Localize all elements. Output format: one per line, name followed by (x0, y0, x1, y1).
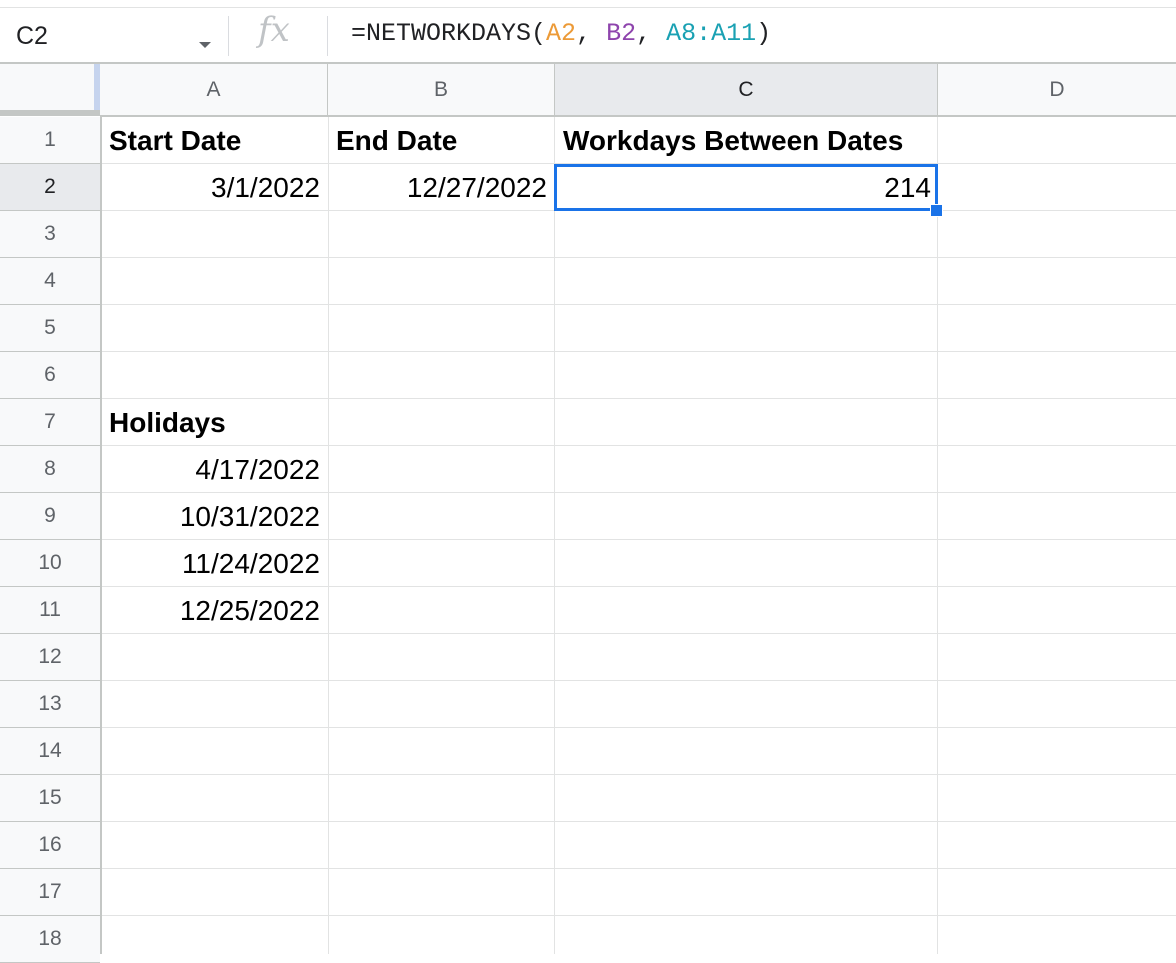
gridline (102, 398, 1176, 399)
freeze-row-handle[interactable] (0, 110, 100, 116)
row-header-5[interactable]: 5 (0, 305, 100, 352)
formula-bar-divider (327, 16, 328, 56)
row-header-10[interactable]: 10 (0, 540, 100, 587)
cell-a7[interactable]: Holidays (109, 400, 226, 446)
gridline (102, 351, 1176, 352)
row-header-8[interactable]: 8 (0, 446, 100, 493)
gridline (102, 868, 1176, 869)
cell-c1[interactable]: Workdays Between Dates (563, 118, 903, 164)
gridline (102, 304, 1176, 305)
gridline (102, 680, 1176, 681)
gridline (102, 727, 1176, 728)
cell-a1[interactable]: Start Date (109, 118, 241, 164)
row-header-12[interactable]: 12 (0, 634, 100, 681)
formula-input[interactable]: =NETWORKDAYS(A2, B2, A8:A11) (351, 19, 771, 48)
gridline (102, 445, 1176, 446)
row-header-6[interactable]: 6 (0, 352, 100, 399)
row-header-15[interactable]: 15 (0, 775, 100, 822)
gridline (102, 774, 1176, 775)
gridline (937, 117, 938, 954)
cell-a9[interactable]: 10/31/2022 (102, 494, 320, 540)
gridline (102, 821, 1176, 822)
column-header-b[interactable]: B (328, 64, 555, 116)
column-header-c[interactable]: C (555, 64, 938, 116)
formula-bar-divider (228, 16, 229, 56)
formula-bar: C2 fx =NETWORKDAYS(A2, B2, A8:A11) (0, 0, 1176, 62)
selected-cell-outline (554, 164, 938, 211)
formula-separator: , (636, 19, 667, 48)
cell-a11[interactable]: 12/25/2022 (102, 588, 320, 634)
row-header-18[interactable]: 18 (0, 916, 100, 963)
cell-a8[interactable]: 4/17/2022 (102, 447, 320, 493)
row-header-1[interactable]: 1 (0, 117, 100, 164)
gridline (102, 257, 1176, 258)
row-header-14[interactable]: 14 (0, 728, 100, 775)
formula-ref-b2: B2 (606, 19, 637, 48)
formula-suffix: ) (756, 19, 772, 48)
column-header-d[interactable]: D (938, 64, 1176, 116)
select-all-corner[interactable] (0, 64, 100, 116)
column-header-a[interactable]: A (100, 64, 328, 116)
row-header-2[interactable]: 2 (0, 164, 100, 211)
row-header-13[interactable]: 13 (0, 681, 100, 728)
chevron-down-icon[interactable] (199, 42, 211, 48)
row-header-9[interactable]: 9 (0, 493, 100, 540)
row-header-7[interactable]: 7 (0, 399, 100, 446)
formula-prefix: =NETWORKDAYS( (351, 19, 547, 48)
row-header-3[interactable]: 3 (0, 211, 100, 258)
formula-ref-a8-a11: A8:A11 (666, 19, 757, 48)
cell-a2[interactable]: 3/1/2022 (102, 165, 320, 211)
row-header-11[interactable]: 11 (0, 587, 100, 634)
cell-b1[interactable]: End Date (336, 118, 457, 164)
row-header-4[interactable]: 4 (0, 258, 100, 305)
gridline (328, 117, 329, 954)
row-header-17[interactable]: 17 (0, 869, 100, 916)
gridline (554, 117, 555, 954)
formula-ref-a2: A2 (546, 19, 577, 48)
formula-separator: , (576, 19, 607, 48)
fx-icon: fx (258, 10, 290, 50)
cell-a10[interactable]: 11/24/2022 (102, 541, 320, 587)
gridline (102, 915, 1176, 916)
fill-handle[interactable] (930, 204, 943, 217)
name-box-value: C2 (16, 22, 48, 50)
name-box[interactable]: C2 (0, 8, 228, 62)
row-header-16[interactable]: 16 (0, 822, 100, 869)
cell-b2[interactable]: 12/27/2022 (329, 165, 547, 211)
